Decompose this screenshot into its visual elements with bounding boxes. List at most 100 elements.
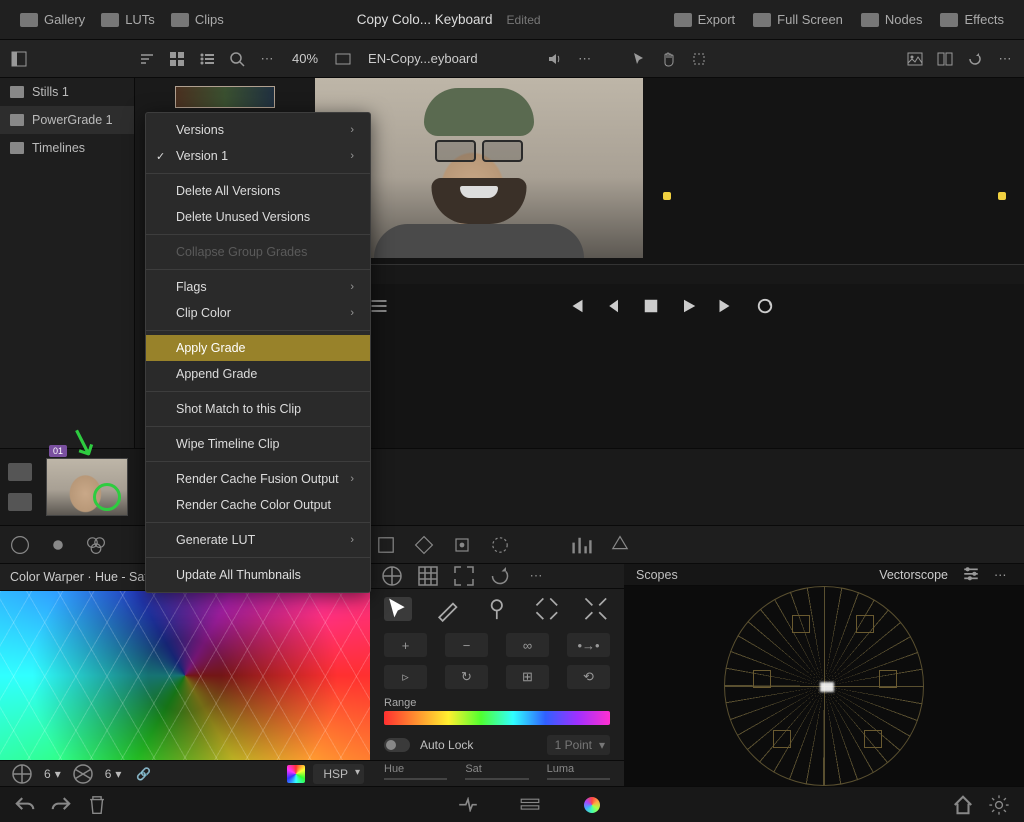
expand-tool[interactable] [582, 597, 610, 621]
home-button[interactable] [952, 794, 974, 816]
color-model-select[interactable]: HSP [313, 764, 364, 784]
gallery-button[interactable]: Gallery [12, 8, 93, 31]
clips-button[interactable]: Clips [163, 8, 232, 31]
ctx-apply-grade[interactable]: Apply Grade [146, 335, 370, 361]
aspect-icon[interactable] [332, 48, 354, 70]
luts-button[interactable]: LUTs [93, 8, 163, 31]
ctx-versions[interactable]: Versions› [146, 117, 370, 143]
warper-more-icon[interactable]: ⋯ [524, 564, 548, 588]
primary-wheels-icon[interactable] [8, 533, 32, 557]
image-icon[interactable] [904, 48, 926, 70]
blur-icon[interactable] [488, 533, 512, 557]
first-frame-button[interactable] [565, 296, 585, 316]
scopes-graph-icon[interactable] [570, 533, 594, 557]
settings-button[interactable] [988, 794, 1010, 816]
hdr-icon[interactable] [46, 533, 70, 557]
ctx-delete-all-versions[interactable]: Delete All Versions [146, 178, 370, 204]
ctx-generate-lut[interactable]: Generate LUT› [146, 527, 370, 553]
fullscreen-button[interactable]: Full Screen [745, 8, 851, 31]
ctx-shot-match[interactable]: Shot Match to this Clip [146, 396, 370, 422]
pin-tool[interactable] [483, 597, 511, 621]
more-icon[interactable]: ⋯ [256, 48, 278, 70]
vectorscope[interactable] [624, 586, 1024, 786]
nodes-button[interactable]: Nodes [853, 8, 931, 31]
prev-frame-button[interactable] [603, 296, 623, 316]
tracking-icon[interactable] [450, 533, 474, 557]
ctx-render-cache-color[interactable]: Render Cache Color Output [146, 492, 370, 518]
ctx-clip-color[interactable]: Clip Color› [146, 300, 370, 326]
play-button[interactable] [679, 296, 699, 316]
page-cut-icon[interactable] [457, 794, 479, 816]
grid-res-2[interactable]: 6 ▾ [105, 767, 122, 781]
luma-slider[interactable]: Luma [547, 763, 610, 780]
layout-toggle-icon[interactable] [8, 48, 30, 70]
convert-button[interactable]: •→• [567, 633, 610, 657]
effects-button[interactable]: Effects [932, 8, 1012, 31]
grid-res-1[interactable]: 6 ▾ [44, 767, 61, 781]
list-view-icon[interactable] [196, 48, 218, 70]
pointer-icon[interactable] [628, 48, 650, 70]
draw-tool[interactable] [434, 597, 462, 621]
warper-grid-icon[interactable] [416, 564, 440, 588]
ctx-render-cache-fusion[interactable]: Render Cache Fusion Output› [146, 466, 370, 492]
loop-button[interactable] [755, 296, 775, 316]
ctx-append-grade[interactable]: Append Grade [146, 361, 370, 387]
loop-in-icon[interactable] [369, 296, 389, 316]
point-select[interactable]: 1 Point▾ [547, 735, 610, 755]
ctx-update-thumbnails[interactable]: Update All Thumbnails [146, 562, 370, 588]
hue-slider[interactable]: Hue [384, 763, 447, 780]
split-icon[interactable] [934, 48, 956, 70]
add-point-button[interactable]: + [384, 633, 427, 657]
link-icon[interactable]: 🔗 [131, 762, 155, 786]
more-2-icon[interactable]: ⋯ [574, 48, 596, 70]
clip-thumbnail[interactable]: 01 ↘ [46, 458, 128, 516]
hand-icon[interactable] [658, 48, 680, 70]
crop-icon[interactable] [688, 48, 710, 70]
last-frame-button[interactable] [717, 296, 737, 316]
redo-button[interactable] [50, 794, 72, 816]
export-button[interactable]: Export [666, 8, 744, 31]
warper-mode-1-icon[interactable] [380, 564, 404, 588]
qualifier-icon[interactable] [374, 533, 398, 557]
scrub-bar[interactable] [315, 264, 1024, 284]
color-space-icon[interactable] [10, 762, 34, 786]
still-thumbnail[interactable] [175, 86, 275, 108]
scopes-more-icon[interactable]: ⋯ [994, 567, 1012, 582]
more-3-icon[interactable]: ⋯ [994, 48, 1016, 70]
key-icon[interactable] [608, 533, 632, 557]
page-color-icon[interactable] [581, 794, 603, 816]
out-marker[interactable] [998, 192, 1006, 200]
volume-icon[interactable] [544, 48, 566, 70]
sidebar-item-timelines[interactable]: Timelines [0, 134, 134, 162]
ctx-flags[interactable]: Flags› [146, 274, 370, 300]
warper-expand-icon[interactable] [452, 564, 476, 588]
sidebar-item-stills[interactable]: Stills 1 [0, 78, 134, 106]
search-icon[interactable] [226, 48, 248, 70]
in-marker[interactable] [663, 192, 671, 200]
window-icon[interactable] [412, 533, 436, 557]
sat-slider[interactable]: Sat [465, 763, 528, 780]
clips-filter-icon[interactable] [8, 493, 32, 511]
link-button[interactable]: ∞ [506, 633, 549, 657]
select-point-button[interactable]: ▹ [384, 665, 427, 689]
delete-button[interactable] [86, 794, 108, 816]
sidebar-item-powergrade[interactable]: PowerGrade 1 [0, 106, 134, 134]
clips-view-icon[interactable] [8, 463, 32, 481]
rotate-button[interactable]: ↻ [445, 665, 488, 689]
warper-reset-icon[interactable] [488, 564, 512, 588]
reset-icon[interactable] [964, 48, 986, 70]
grid-view-icon[interactable] [166, 48, 188, 70]
contract-tool[interactable] [533, 597, 561, 621]
select-tool[interactable] [384, 597, 412, 621]
stop-button[interactable] [641, 296, 661, 316]
undo-button[interactable] [14, 794, 36, 816]
scopes-settings-icon[interactable] [962, 564, 980, 585]
color-warper-canvas[interactable] [0, 591, 370, 760]
remove-point-button[interactable]: − [445, 633, 488, 657]
ctx-delete-unused-versions[interactable]: Delete Unused Versions [146, 204, 370, 230]
ctx-wipe-timeline-clip[interactable]: Wipe Timeline Clip [146, 431, 370, 457]
rgb-mixer-icon[interactable] [84, 533, 108, 557]
sort-icon[interactable] [136, 48, 158, 70]
autolock-toggle[interactable] [384, 738, 410, 752]
ctx-version-1[interactable]: ✓Version 1› [146, 143, 370, 169]
